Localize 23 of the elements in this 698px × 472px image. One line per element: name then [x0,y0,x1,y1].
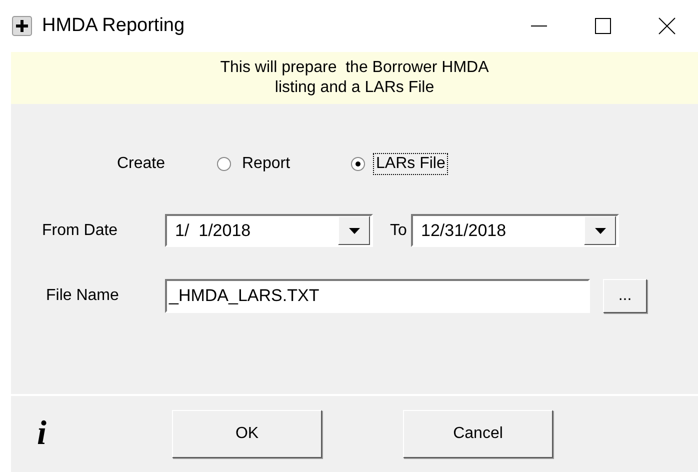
browse-button[interactable]: ... [603,279,647,313]
create-label: Create [116,155,166,173]
dropdown-arrow-icon [594,228,606,234]
radio-button[interactable] [350,156,366,172]
plus-icon [12,16,32,36]
banner-text: listing and a LARs File [274,78,434,98]
from-date-dropdown[interactable]: 1/ 1/2018 [165,214,373,247]
banner-text: This will prepare the Borrower HMDA [220,58,489,78]
dropdown-arrow-icon [348,228,360,234]
radio-button[interactable] [216,156,232,172]
ok-button[interactable]: OK [172,410,322,458]
to-label: To [389,222,408,240]
cancel-button[interactable]: Cancel [403,410,553,458]
maximize-icon[interactable] [593,16,613,36]
info-icon: i [37,415,57,453]
radio-label[interactable]: Report [240,154,292,174]
from-date-label: From Date [41,222,119,240]
radio-label[interactable]: LARs File [374,154,448,174]
to-date-dropdown[interactable]: 12/31/2018 [411,214,619,247]
file-name-label: File Name [45,287,120,305]
file-name-field[interactable]: _HMDA_LARS.TXT [165,279,590,313]
close-icon[interactable] [657,16,677,36]
window-title: HMDA Reporting [42,15,186,37]
